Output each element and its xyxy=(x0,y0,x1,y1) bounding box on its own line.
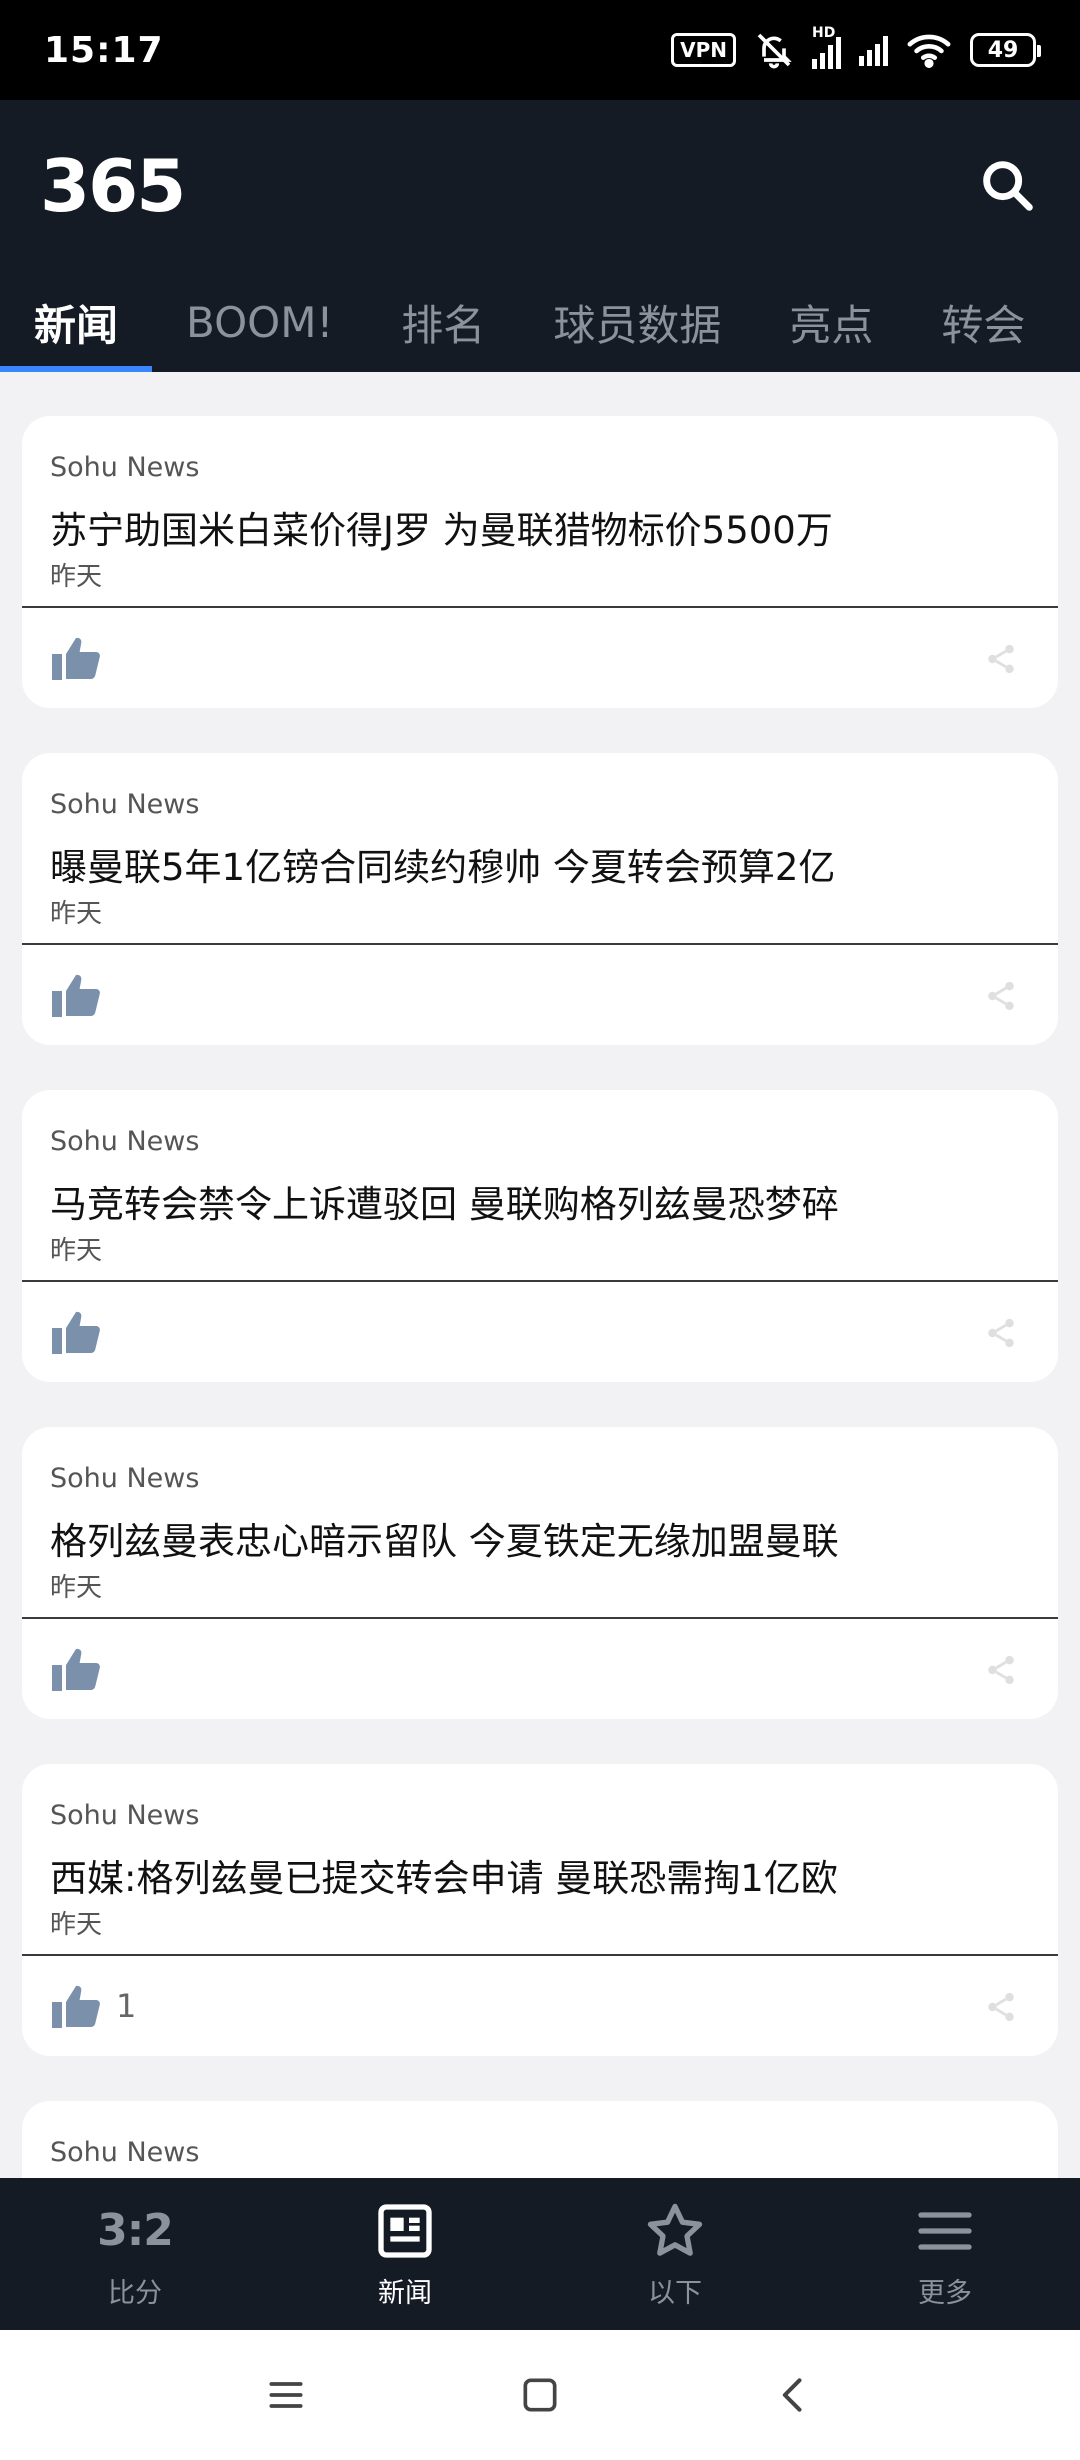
thumbs-up-icon[interactable] xyxy=(50,634,102,682)
nav-following[interactable]: 以下 xyxy=(540,2178,810,2330)
screen: 15:17 VPN HD 49 365 新闻 BOOM! 排名 球员数据 亮点 … xyxy=(0,0,1080,2460)
hd-signal-icon: HD xyxy=(812,25,841,69)
bell-muted-icon xyxy=(757,33,792,69)
news-source: Sohu News xyxy=(50,452,200,483)
nav-label: 更多 xyxy=(918,2277,972,2309)
scores-glyph: 3:2 xyxy=(97,2205,174,2256)
nav-news[interactable]: 新闻 xyxy=(270,2178,540,2330)
app-bar: 365 xyxy=(0,100,1080,272)
news-headline[interactable]: 西媒:格列兹曼已提交转会申请 曼联恐需掏1亿欧 xyxy=(50,1848,838,1902)
news-card[interactable]: Sohu News 马竞转会禁令上诉遭驳回 曼联购格列兹曼恐梦碎 昨天 xyxy=(22,1090,1058,1382)
news-source: Sohu News xyxy=(50,1800,200,1831)
tab-highlights[interactable]: 亮点 xyxy=(755,272,907,372)
news-source: Sohu News xyxy=(50,789,200,820)
news-date: 昨天 xyxy=(50,1236,103,1266)
news-date: 昨天 xyxy=(50,899,103,929)
card-actions xyxy=(50,1639,116,1699)
thumbs-up-icon[interactable] xyxy=(50,1982,102,2030)
news-source: Sohu News xyxy=(50,1126,200,1157)
share-icon[interactable] xyxy=(984,1990,1018,2024)
news-card[interactable]: Sohu News 西媒:格列兹曼已提交转会申请 曼联恐需掏1亿欧 昨天 1 xyxy=(22,1764,1058,2056)
card-divider xyxy=(22,1280,1058,1282)
news-headline[interactable]: 苏宁助国米白菜价得J罗 为曼联猎物标价5500万 xyxy=(50,500,833,554)
card-actions xyxy=(50,628,116,688)
news-source: Sohu News xyxy=(50,1463,200,1494)
home-icon[interactable] xyxy=(518,2373,562,2417)
news-headline[interactable]: 曝曼联5年1亿镑合同续约穆帅 今夏转会预算2亿 xyxy=(50,837,835,891)
category-tabs: 新闻 BOOM! 排名 球员数据 亮点 转会 xyxy=(0,272,1080,372)
thumbs-up-icon[interactable] xyxy=(50,1308,102,1356)
back-icon[interactable] xyxy=(772,2373,816,2417)
status-time: 15:17 xyxy=(44,29,164,71)
wifi-icon xyxy=(907,34,951,68)
battery-level: 49 xyxy=(987,37,1019,63)
hd-label: HD xyxy=(812,25,836,41)
app-logo: 365 xyxy=(40,144,186,228)
share-icon[interactable] xyxy=(984,979,1018,1013)
news-date: 昨天 xyxy=(50,1910,103,1940)
share-icon[interactable] xyxy=(984,1653,1018,1687)
news-list: Sohu News 苏宁助国米白菜价得J罗 为曼联猎物标价5500万 昨天 So… xyxy=(22,416,1058,2346)
tab-news[interactable]: 新闻 xyxy=(0,272,153,372)
nav-more[interactable]: 更多 xyxy=(810,2178,1080,2330)
menu-icon xyxy=(918,2211,972,2250)
news-card[interactable]: Sohu News 格列兹曼表忠心暗示留队 今夏铁定无缘加盟曼联 昨天 xyxy=(22,1427,1058,1719)
search-icon[interactable] xyxy=(976,154,1040,218)
nav-label: 比分 xyxy=(108,2277,162,2309)
signal-icon xyxy=(859,34,888,66)
tab-player-stats[interactable]: 球员数据 xyxy=(519,272,755,372)
share-icon[interactable] xyxy=(984,1316,1018,1350)
card-divider xyxy=(22,1954,1058,1956)
tab-transfers[interactable]: 转会 xyxy=(907,272,1059,372)
share-icon[interactable] xyxy=(984,642,1018,676)
card-actions: 1 xyxy=(50,1976,136,2036)
card-divider xyxy=(22,943,1058,945)
news-headline[interactable]: 格列兹曼表忠心暗示留队 今夏铁定无缘加盟曼联 xyxy=(50,1511,839,1565)
news-date: 昨天 xyxy=(50,562,103,592)
star-icon xyxy=(647,2203,703,2256)
nav-scores[interactable]: 3:2 比分 xyxy=(0,2178,270,2330)
vpn-icon: VPN xyxy=(671,33,736,67)
scores-icon: 3:2 xyxy=(97,2199,174,2263)
thumbs-up-icon[interactable] xyxy=(50,1645,102,1693)
nav-label: 以下 xyxy=(648,2277,702,2309)
thumbs-up-icon[interactable] xyxy=(50,971,102,1019)
recents-icon[interactable] xyxy=(264,2373,308,2417)
bottom-nav: 3:2 比分 新闻 以下 更多 xyxy=(0,2178,1080,2330)
news-source: Sohu News xyxy=(50,2137,200,2168)
news-icon xyxy=(378,2203,432,2258)
system-nav-bar xyxy=(0,2330,1080,2460)
card-divider xyxy=(22,606,1058,608)
tab-boom[interactable]: BOOM! xyxy=(152,272,367,372)
card-divider xyxy=(22,1617,1058,1619)
news-card[interactable]: Sohu News 苏宁助国米白菜价得J罗 为曼联猎物标价5500万 昨天 xyxy=(22,416,1058,708)
battery-icon: 49 xyxy=(970,33,1041,67)
news-date: 昨天 xyxy=(50,1573,103,1603)
card-actions xyxy=(50,1302,116,1362)
card-actions xyxy=(50,965,116,1025)
status-icons: VPN HD 49 xyxy=(671,25,1041,70)
news-card[interactable]: Sohu News 曝曼联5年1亿镑合同续约穆帅 今夏转会预算2亿 昨天 xyxy=(22,753,1058,1045)
like-count: 1 xyxy=(116,1987,137,2025)
news-headline[interactable]: 马竞转会禁令上诉遭驳回 曼联购格列兹曼恐梦碎 xyxy=(50,1174,839,1228)
tab-rankings[interactable]: 排名 xyxy=(367,272,519,372)
nav-label: 新闻 xyxy=(378,2277,432,2309)
status-bar: 15:17 VPN HD 49 xyxy=(0,0,1080,100)
